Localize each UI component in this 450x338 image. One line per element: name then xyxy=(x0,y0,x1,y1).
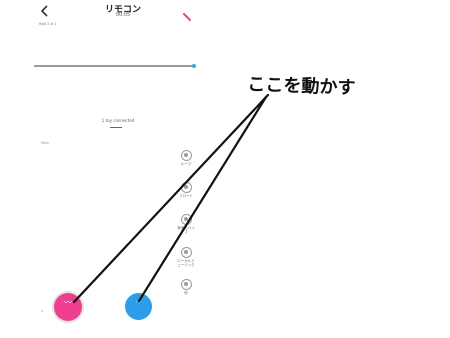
mode-label: フロート xyxy=(179,194,193,198)
connection-status: 1 toy connected xyxy=(101,118,135,123)
divider xyxy=(110,127,122,128)
session-timer: 00:05 xyxy=(115,12,131,18)
intensity-slider[interactable] xyxy=(34,65,194,67)
chevron-left-icon xyxy=(40,5,48,17)
dots-icon: ··· xyxy=(135,299,142,306)
mode-voice-button[interactable]: 音声でバイブ xyxy=(176,214,196,234)
mode-float-button[interactable]: フロート xyxy=(176,182,196,198)
float-icon xyxy=(180,182,192,193)
loop-icon xyxy=(180,150,192,161)
back-button[interactable] xyxy=(38,4,52,18)
edit-button[interactable] xyxy=(183,6,191,21)
slider-thumb[interactable] xyxy=(191,63,196,68)
mode-music-button[interactable]: ローカルミュージック xyxy=(176,247,196,267)
mode-label: 音声でバイブ xyxy=(177,226,195,234)
annotation-label: ここを動かす xyxy=(247,73,356,99)
more-icon xyxy=(180,279,192,290)
wave-icon: 〰 xyxy=(64,298,72,307)
remote-control-screen: リモコン 00:05 Hold 2 at 1 1 toy connected S… xyxy=(0,0,450,338)
sensitivity-label: Sens xyxy=(41,141,49,145)
pattern-label: Hold 2 at 1 xyxy=(39,22,57,26)
side-label: s xyxy=(41,309,43,313)
blue-control-button[interactable]: ··· xyxy=(125,293,152,320)
mode-label: ローカルミュージック xyxy=(177,259,195,267)
music-icon xyxy=(180,247,192,258)
mode-label: 他 xyxy=(184,291,188,295)
mode-loop-button[interactable]: ループ xyxy=(176,150,196,166)
annotation-arrows xyxy=(72,93,270,304)
mode-more-button[interactable]: 他 xyxy=(176,279,196,295)
pen-icon xyxy=(183,13,191,21)
arrow-to-blue xyxy=(137,95,268,303)
arrow-to-pink xyxy=(72,93,270,304)
voice-icon xyxy=(180,214,192,225)
pink-control-button[interactable]: 〰 xyxy=(54,293,82,321)
mode-label: ループ xyxy=(180,162,192,166)
